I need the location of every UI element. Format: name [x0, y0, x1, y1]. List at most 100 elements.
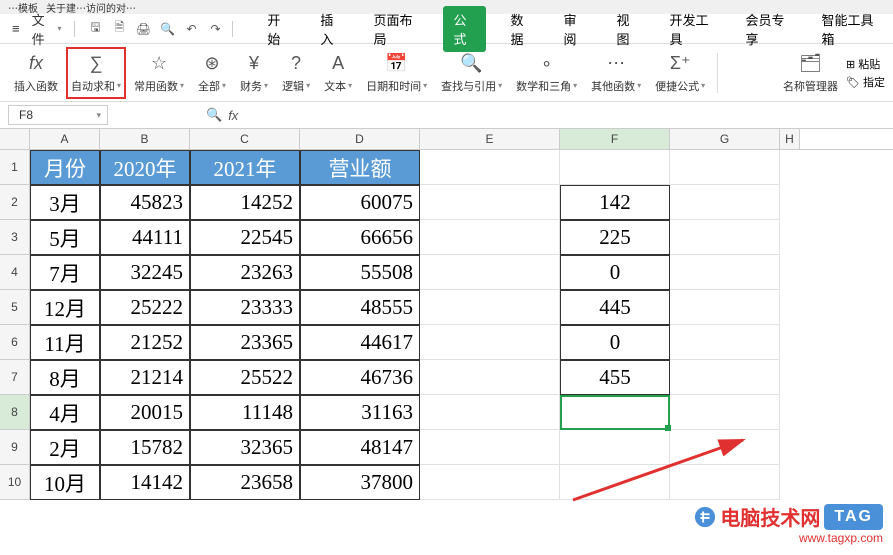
- cell-B3[interactable]: 44111: [100, 220, 190, 255]
- cell-G3[interactable]: [670, 220, 780, 255]
- cell-G9[interactable]: [670, 430, 780, 465]
- cell-G8[interactable]: [670, 395, 780, 430]
- cell-E4[interactable]: [420, 255, 560, 290]
- cell-E8[interactable]: [420, 395, 560, 430]
- insert-function-button[interactable]: fx 插入函数: [8, 47, 64, 99]
- formula-bar[interactable]: 🔍 fx: [206, 107, 238, 123]
- paste-name-button[interactable]: ⊞ 粘贴: [846, 56, 885, 72]
- cell-A10[interactable]: 10月: [30, 465, 100, 500]
- redo-icon[interactable]: ↷: [206, 20, 224, 38]
- datetime-button[interactable]: 📅 日期和时间▾: [360, 47, 433, 99]
- tab-smarttools[interactable]: 智能工具箱: [816, 6, 886, 52]
- cell-B5[interactable]: 25222: [100, 290, 190, 325]
- row-header[interactable]: 3: [0, 220, 30, 255]
- cell-C1[interactable]: 2021年: [190, 150, 300, 185]
- auto-sum-button[interactable]: ∑ 自动求和▾: [66, 47, 126, 99]
- file-menu[interactable]: 文件 ▾: [28, 8, 66, 50]
- finance-button[interactable]: ¥ 财务▾: [234, 47, 274, 99]
- cell-A7[interactable]: 8月: [30, 360, 100, 395]
- cell-D3[interactable]: 66656: [300, 220, 420, 255]
- cell-G5[interactable]: [670, 290, 780, 325]
- name-manager-button[interactable]: 🗂 名称管理器: [777, 47, 844, 99]
- cell-E7[interactable]: [420, 360, 560, 395]
- col-header-H[interactable]: H: [780, 129, 800, 149]
- row-header[interactable]: 2: [0, 185, 30, 220]
- cell-F6[interactable]: 0: [560, 325, 670, 360]
- cell-D1[interactable]: 营业额: [300, 150, 420, 185]
- cell-B6[interactable]: 21252: [100, 325, 190, 360]
- cell-C7[interactable]: 25522: [190, 360, 300, 395]
- cell-G6[interactable]: [670, 325, 780, 360]
- cell-G1[interactable]: [670, 150, 780, 185]
- cell-F10[interactable]: [560, 465, 670, 500]
- cell-B7[interactable]: 21214: [100, 360, 190, 395]
- row-header[interactable]: 5: [0, 290, 30, 325]
- cell-E1[interactable]: [420, 150, 560, 185]
- cell-A6[interactable]: 11月: [30, 325, 100, 360]
- cell-F5[interactable]: 445: [560, 290, 670, 325]
- row-header[interactable]: 10: [0, 465, 30, 500]
- cell-A8[interactable]: 4月: [30, 395, 100, 430]
- print-icon[interactable]: 🖨: [134, 20, 152, 38]
- cell-D4[interactable]: 55508: [300, 255, 420, 290]
- select-all-corner[interactable]: [0, 129, 30, 149]
- define-name-button[interactable]: 🏷 指定: [846, 74, 885, 90]
- tab-formulas[interactable]: 公式: [443, 6, 486, 52]
- cell-C8[interactable]: 11148: [190, 395, 300, 430]
- cell-E6[interactable]: [420, 325, 560, 360]
- cell-F1[interactable]: [560, 150, 670, 185]
- quick-formula-button[interactable]: Σ⁺ 便捷公式▾: [649, 47, 711, 99]
- row-header[interactable]: 9: [0, 430, 30, 465]
- cell-A1[interactable]: 月份: [30, 150, 100, 185]
- tab-insert[interactable]: 插入: [314, 6, 349, 52]
- col-header-G[interactable]: G: [670, 129, 780, 149]
- cell-A5[interactable]: 12月: [30, 290, 100, 325]
- cell-E9[interactable]: [420, 430, 560, 465]
- cell-E5[interactable]: [420, 290, 560, 325]
- cell-B9[interactable]: 15782: [100, 430, 190, 465]
- col-header-B[interactable]: B: [100, 129, 190, 149]
- cell-F7[interactable]: 455: [560, 360, 670, 395]
- row-header[interactable]: 4: [0, 255, 30, 290]
- cell-D2[interactable]: 60075: [300, 185, 420, 220]
- cell-B2[interactable]: 45823: [100, 185, 190, 220]
- tab-data[interactable]: 数据: [504, 6, 539, 52]
- cell-F4[interactable]: 0: [560, 255, 670, 290]
- save-icon[interactable]: 🖫: [86, 20, 104, 38]
- cell-C10[interactable]: 23658: [190, 465, 300, 500]
- cell-E3[interactable]: [420, 220, 560, 255]
- cell-B10[interactable]: 14142: [100, 465, 190, 500]
- tab-developer[interactable]: 开发工具: [664, 6, 722, 52]
- cell-E10[interactable]: [420, 465, 560, 500]
- tab-pagelayout[interactable]: 页面布局: [367, 6, 425, 52]
- mathtrig-button[interactable]: ∘ 数学和三角▾: [510, 47, 583, 99]
- cell-D8[interactable]: 31163: [300, 395, 420, 430]
- hamburger-icon[interactable]: ≡: [8, 19, 24, 38]
- cell-B8[interactable]: 20015: [100, 395, 190, 430]
- cell-E2[interactable]: [420, 185, 560, 220]
- col-header-D[interactable]: D: [300, 129, 420, 149]
- cell-A2[interactable]: 3月: [30, 185, 100, 220]
- col-header-A[interactable]: A: [30, 129, 100, 149]
- name-box[interactable]: F8: [8, 105, 108, 125]
- undo-icon[interactable]: ↶: [182, 20, 200, 38]
- common-functions-button[interactable]: ☆ 常用函数▾: [128, 47, 190, 99]
- text-button[interactable]: A 文本▾: [318, 47, 358, 99]
- tab-member[interactable]: 会员专享: [740, 6, 798, 52]
- row-header[interactable]: 8: [0, 395, 30, 430]
- tab-home[interactable]: 开始: [261, 6, 296, 52]
- tab-view[interactable]: 视图: [610, 6, 645, 52]
- cell-C2[interactable]: 14252: [190, 185, 300, 220]
- cell-D5[interactable]: 48555: [300, 290, 420, 325]
- cell-G10[interactable]: [670, 465, 780, 500]
- cell-B1[interactable]: 2020年: [100, 150, 190, 185]
- tab-review[interactable]: 审阅: [557, 6, 592, 52]
- cell-A4[interactable]: 7月: [30, 255, 100, 290]
- cell-D10[interactable]: 37800: [300, 465, 420, 500]
- all-functions-button[interactable]: ⊛ 全部▾: [192, 47, 232, 99]
- row-header[interactable]: 1: [0, 150, 30, 185]
- lookup-button[interactable]: 🔍 查找与引用▾: [435, 47, 508, 99]
- cell-B4[interactable]: 32245: [100, 255, 190, 290]
- saveas-icon[interactable]: 🗎: [110, 20, 128, 38]
- cell-D7[interactable]: 46736: [300, 360, 420, 395]
